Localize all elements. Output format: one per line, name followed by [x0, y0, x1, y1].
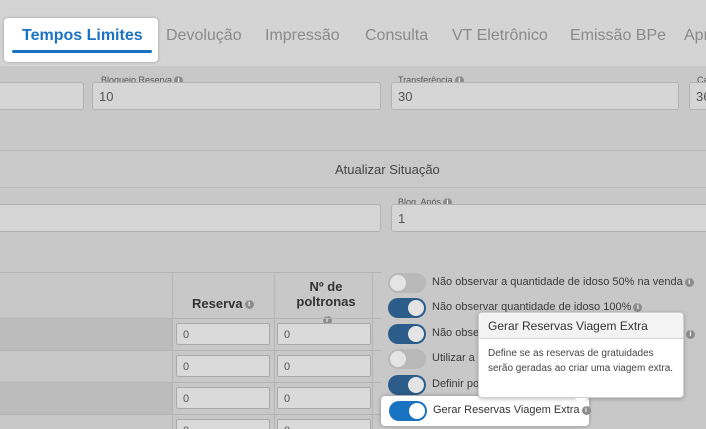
reserva-input[interactable]: 0: [176, 419, 270, 429]
table-row: [0, 383, 172, 415]
table-row: [0, 319, 172, 351]
toggle-label: Utilizar a: [432, 352, 475, 364]
poltronas-input[interactable]: 0: [277, 387, 371, 409]
toggle-label: Não obse: [432, 327, 480, 339]
tab-more[interactable]: Apr: [684, 27, 706, 45]
toggle-switch[interactable]: [388, 273, 426, 293]
toggle-switch[interactable]: [388, 375, 426, 395]
left-wide-field[interactable]: [0, 204, 381, 232]
tab-devolucao[interactable]: Devolução: [166, 27, 242, 45]
toggle-label: Gerar Reservas Viagem Extra i: [433, 404, 591, 416]
info-circle-icon: i: [244, 300, 254, 310]
tab-emissao-bpe[interactable]: Emissão BPe: [570, 27, 666, 45]
info-circle-icon: i: [684, 277, 694, 287]
poltronas-input[interactable]: 0: [277, 355, 371, 377]
tooltip-arrow: [575, 398, 587, 404]
info-circle-icon: i: [633, 302, 643, 312]
info-circle-icon: i: [581, 405, 591, 415]
row-divider: [0, 382, 382, 383]
poltronas-input[interactable]: 0: [277, 323, 371, 345]
reserva-input[interactable]: 0: [176, 323, 270, 345]
active-tab-underline: [12, 50, 152, 53]
bloqueio-reserva-input[interactable]: 10: [92, 82, 381, 110]
table-top-border: [0, 272, 382, 273]
tab-impressao[interactable]: Impressão: [265, 27, 340, 45]
reserva-input[interactable]: 0: [176, 387, 270, 409]
tab-vt-eletronico[interactable]: VT Eletrônico: [452, 27, 548, 45]
tooltip-title: Gerar Reservas Viagem Extra: [479, 313, 683, 339]
tooltip: Gerar Reservas Viagem Extra Define se as…: [478, 312, 684, 404]
toggle-switch[interactable]: [388, 349, 426, 369]
cut-field-input[interactable]: 36: [689, 82, 706, 110]
toggle-switch[interactable]: [389, 401, 427, 421]
left-field-partial[interactable]: [0, 82, 84, 110]
tooltip-body: Define se as reservas de gratuidades ser…: [488, 348, 674, 374]
info-circle-icon: i: [686, 330, 695, 339]
row-divider: [0, 350, 382, 351]
row-divider: [0, 414, 382, 415]
tab-consulta[interactable]: Consulta: [365, 27, 428, 45]
update-situation-label[interactable]: Atualizar Situação: [335, 162, 440, 177]
toggle-gerar-reservas-viagem-extra[interactable]: Gerar Reservas Viagem Extra i: [381, 396, 591, 426]
transferencia-input[interactable]: 30: [391, 82, 679, 110]
col-header-reserva: Reserva i: [192, 296, 254, 311]
toggle-label: Definir po: [432, 378, 480, 390]
poltronas-input[interactable]: 0: [277, 419, 371, 429]
toggle-switch[interactable]: [388, 298, 426, 318]
toggle-label: Não observar a quantidade de idoso 50% n…: [432, 276, 694, 288]
toggle-switch[interactable]: [388, 324, 426, 344]
tab-tempos-limites[interactable]: Tempos Limites: [22, 27, 143, 45]
reserva-input[interactable]: 0: [176, 355, 270, 377]
bloq-apos-input[interactable]: 1: [391, 204, 706, 232]
